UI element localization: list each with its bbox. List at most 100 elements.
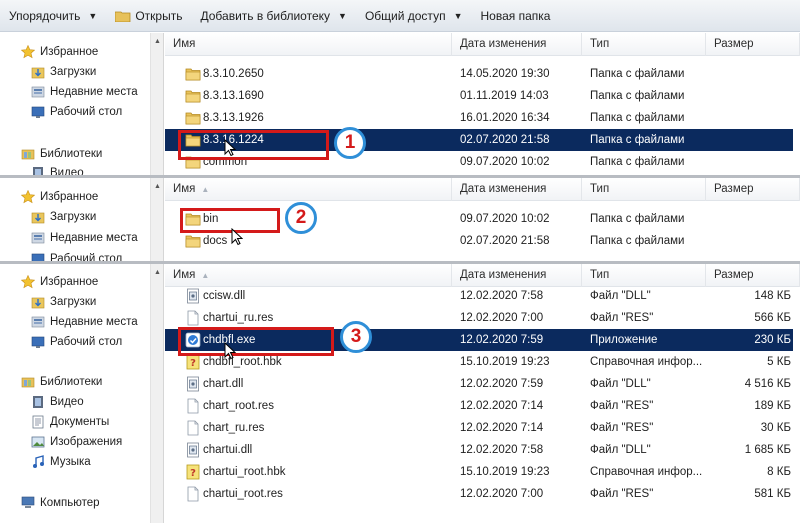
share-label: Общий доступ: [364, 8, 446, 23]
column-name-header[interactable]: Имя: [165, 33, 452, 56]
column-type-header[interactable]: Тип: [582, 178, 706, 201]
column-date-header[interactable]: Дата изменения: [452, 178, 582, 201]
column-size-header[interactable]: Размер: [706, 264, 800, 287]
nav-libraries[interactable]: Библиотеки: [0, 144, 150, 164]
nav-favorites[interactable]: Избранное: [0, 272, 150, 292]
scroll-up-arrow-icon[interactable]: ▲: [154, 269, 161, 276]
folder-row[interactable]: 8.3.13.1690 01.11.2019 14:03 Папка с файла…: [165, 85, 793, 107]
new-folder-label: Новая папка: [480, 8, 551, 23]
file-row[interactable]: chartui_ru.res 12.02.2020 7:00 Файл "RES" 5…: [165, 307, 793, 329]
libraries-icon: [20, 146, 36, 162]
open-button[interactable]: Открыть: [106, 0, 191, 32]
column-header: Имя ▲ Дата изменения Тип Размер: [165, 178, 800, 201]
video-icon: [30, 394, 46, 410]
nav-recent-places[interactable]: Недавние места: [0, 82, 150, 102]
column-date-header[interactable]: Дата изменения: [452, 33, 582, 56]
add-to-library-button[interactable]: Добавить в библиотеку ▼: [191, 0, 355, 32]
nav-downloads[interactable]: Загрузки: [0, 62, 150, 82]
navigation-pane: Избранное Загрузки Недавние места Рабочи…: [0, 33, 150, 176]
folder-row[interactable]: 8.3.10.2650 14.05.2020 19:30 Папка с файла…: [165, 63, 793, 85]
row-size: 5 КБ: [767, 356, 791, 368]
column-date-header[interactable]: Дата изменения: [452, 264, 582, 287]
row-size: 148 КБ: [754, 290, 791, 302]
row-size: [706, 63, 791, 85]
scroll-up-arrow-icon[interactable]: ▲: [154, 183, 161, 190]
folder-row[interactable]: docs 02.07.2020 21:58 Папка с файлами: [165, 230, 793, 252]
row-date: 09.07.2020 10:02: [460, 213, 550, 225]
file-row[interactable]: chart_root.res 12.02.2020 7:14 Файл "RES" 1…: [165, 395, 793, 417]
organize-button[interactable]: Упорядочить ▼: [0, 0, 106, 32]
row-type: Папка с файлами: [590, 134, 685, 146]
nav-documents[interactable]: Документы: [0, 412, 150, 432]
sort-ascending-icon: ▲: [201, 185, 210, 194]
row-size: [706, 230, 791, 252]
nav-downloads-label: Загрузки: [50, 66, 97, 78]
nav-libraries[interactable]: Библиотеки: [0, 372, 150, 392]
nav-desktop-label: Рабочий стол: [50, 336, 123, 348]
row-type: Папка с файлами: [590, 68, 685, 80]
nav-favorites-label: Избранное: [40, 46, 99, 58]
navigation-scrollbar[interactable]: ▲: [150, 33, 164, 176]
nav-downloads[interactable]: Загрузки: [0, 292, 150, 312]
column-type-header[interactable]: Тип: [582, 264, 706, 287]
nav-computer[interactable]: Компьютер: [0, 493, 150, 513]
desktop-icon: [30, 104, 46, 120]
file-row[interactable]: chart_ru.res 12.02.2020 7:14 Файл "RES" 30 …: [165, 417, 793, 439]
nav-recent-places-label: Недавние места: [50, 86, 138, 98]
row-name: 8.3.10.2650: [203, 68, 264, 80]
nav-video[interactable]: Видео: [0, 392, 150, 412]
file-row[interactable]: ? chartui_root.hbk 15.10.2019 19:23 Справоч…: [165, 461, 793, 483]
nav-desktop[interactable]: Рабочий стол: [0, 332, 150, 352]
recent-places-icon: [30, 84, 46, 100]
folder-row[interactable]: 8.3.13.1926 16.01.2020 16:34 Папка с файла…: [165, 107, 793, 129]
file-row[interactable]: chartui_root.res 12.02.2020 7:00 Файл "RES…: [165, 483, 793, 505]
file-list: Имя ▲ Дата изменения Тип Размер ccisw.dll…: [165, 264, 800, 523]
documents-icon: [30, 414, 46, 430]
desktop-icon: [30, 334, 46, 350]
navigation-scrollbar[interactable]: ▲: [150, 264, 164, 523]
nav-libraries-label: Библиотеки: [40, 148, 103, 160]
row-date: 09.07.2020 10:02: [460, 156, 550, 168]
nav-music[interactable]: Музыка: [0, 452, 150, 472]
column-name-header[interactable]: Имя ▲: [165, 264, 452, 287]
row-date: 16.01.2020 16:34: [460, 112, 550, 124]
downloads-folder-icon: [30, 294, 46, 310]
column-size-header[interactable]: Размер: [706, 33, 800, 56]
share-button[interactable]: Общий доступ ▼: [356, 0, 472, 32]
highlight-box-step-3: [178, 327, 334, 356]
nav-recent-places[interactable]: Недавние места: [0, 312, 150, 332]
nav-favorites[interactable]: Избранное: [0, 187, 150, 207]
nav-images[interactable]: Изображения: [0, 432, 150, 452]
open-folder-icon: [115, 10, 131, 22]
row-date: 12.02.2020 7:59: [460, 334, 544, 346]
column-size-label: Размер: [714, 38, 754, 50]
nav-favorites[interactable]: Избранное: [0, 42, 150, 62]
file-row[interactable]: ccisw.dll 12.02.2020 7:58 Файл "DLL" 148 КБ: [165, 285, 793, 307]
scroll-up-arrow-icon[interactable]: ▲: [154, 38, 161, 45]
column-header: Имя Дата изменения Тип Размер: [165, 33, 800, 56]
organize-label: Упорядочить: [9, 8, 81, 23]
column-size-header[interactable]: Размер: [706, 178, 800, 201]
mouse-cursor-icon: [224, 342, 236, 360]
row-type: Файл "RES": [590, 422, 654, 434]
column-name-header[interactable]: Имя ▲: [165, 178, 452, 201]
row-date: 02.07.2020 21:58: [460, 134, 550, 146]
nav-recent-places[interactable]: Недавние места: [0, 228, 150, 248]
row-name: chartui_root.res: [203, 488, 283, 500]
nav-downloads[interactable]: Загрузки: [0, 207, 150, 227]
row-size: 8 КБ: [767, 466, 791, 478]
navigation-scrollbar[interactable]: ▲: [150, 178, 164, 262]
row-date: 12.02.2020 7:14: [460, 422, 544, 434]
file-row[interactable]: chartui.dll 12.02.2020 7:58 Файл "DLL" 1 68…: [165, 439, 793, 461]
new-folder-button[interactable]: Новая папка: [471, 0, 559, 32]
row-type: Файл "RES": [590, 400, 654, 412]
column-type-header[interactable]: Тип: [582, 33, 706, 56]
row-type: Файл "DLL": [590, 290, 651, 302]
row-date: 12.02.2020 7:59: [460, 378, 544, 390]
row-name: chartui_ru.res: [203, 312, 274, 324]
open-label: Открыть: [135, 8, 183, 23]
row-size: 230 КБ: [754, 334, 791, 346]
nav-desktop[interactable]: Рабочий стол: [0, 102, 150, 122]
row-size: 581 КБ: [754, 488, 791, 500]
file-row[interactable]: chart.dll 12.02.2020 7:59 Файл "DLL" 4 516 …: [165, 373, 793, 395]
